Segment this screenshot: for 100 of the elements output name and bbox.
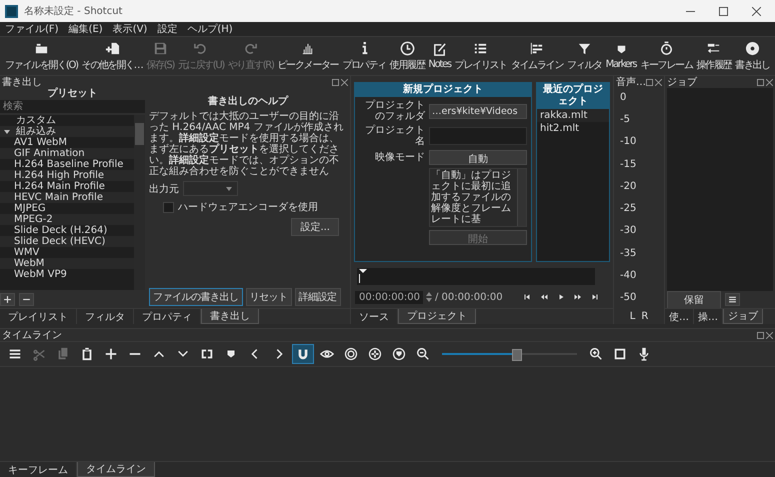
toolbar-button[interactable]: フィルタ (566, 40, 603, 72)
timecode-field[interactable]: 00:00:00:00 (355, 290, 423, 304)
preset-item[interactable]: WMV (14, 247, 40, 258)
clock-icon (400, 40, 415, 56)
meter-scale-label: -15 (620, 158, 638, 170)
preset-group[interactable]: カスタム (16, 115, 56, 126)
menu-icon (8, 347, 22, 361)
caret-icon[interactable] (4, 128, 10, 134)
checkbox[interactable] (163, 202, 174, 212)
meter-scale-label: -20 (620, 180, 638, 192)
menu-item[interactable]: 表示(V) (108, 22, 152, 36)
toolbar-button[interactable]: キーフレーム (639, 40, 694, 72)
float-icon[interactable] (332, 78, 339, 86)
toolbar-button[interactable]: その他を開く… (80, 40, 144, 72)
search-field[interactable]: 検索 (0, 100, 145, 113)
meter-scale-label: 0 (620, 92, 628, 103)
timeline-tool-button[interactable] (292, 344, 314, 364)
copy-icon (56, 347, 70, 361)
microphone-icon (637, 347, 651, 361)
clipboard-icon (80, 347, 94, 361)
fast-forward-icon[interactable] (574, 293, 582, 302)
player-tab[interactable]: プロジェクト (398, 309, 476, 324)
help-title: 書き出しのヘルプ (207, 94, 290, 108)
add-button[interactable] (0, 292, 15, 306)
menu-item[interactable]: 設定 (152, 22, 182, 36)
rewind-icon[interactable] (540, 293, 548, 302)
float-icon[interactable] (646, 78, 653, 86)
panel-tab[interactable]: 操… (694, 309, 723, 324)
preset-item[interactable]: H.264 Baseline Profile (14, 159, 124, 170)
panel-tab[interactable]: 使… (665, 309, 694, 324)
close-icon[interactable] (766, 332, 773, 338)
timeline-icon (529, 40, 544, 56)
export-action-button[interactable]: 詳細設定 (294, 288, 340, 306)
toolbar-button[interactable]: Markers (604, 42, 638, 70)
menu-item[interactable]: ファイル(F) (0, 22, 64, 36)
checkbox-label: ハードウェアエンコーダを使用 (178, 201, 318, 214)
recent-project-item[interactable]: rakka.mlt (537, 109, 609, 122)
panel-tab[interactable]: タイムライン (77, 462, 155, 477)
jobs-menu-button[interactable] (725, 293, 740, 306)
close-icon[interactable] (341, 78, 348, 86)
maximize-icon[interactable] (719, 6, 728, 16)
scrollbar[interactable] (517, 169, 526, 226)
panel-tab[interactable]: フィルタ (77, 309, 134, 324)
panel-tab[interactable]: プロパティ (134, 309, 201, 324)
toolbar-button[interactable]: プロパティ (341, 40, 387, 72)
menu-item[interactable]: 編集(E) (64, 22, 108, 36)
panel-tab[interactable]: ジョブ (723, 309, 763, 324)
preset-item[interactable]: Slide Deck (H.264) (14, 225, 108, 236)
toolbar-button[interactable]: プレイリスト (454, 40, 508, 72)
close-icon[interactable] (655, 78, 662, 86)
panel-tab[interactable]: プレイリスト (0, 309, 77, 324)
panel-title: ジョブ (667, 76, 697, 89)
export-action-button[interactable]: ファイルの書き出し (149, 288, 242, 306)
preset-item[interactable]: MJPEG (14, 203, 46, 214)
player-tab[interactable]: ソース (351, 309, 398, 324)
meter-scale-label: -30 (620, 225, 638, 236)
skip-start-icon[interactable] (523, 293, 531, 302)
float-icon[interactable] (757, 78, 764, 86)
zoom-slider[interactable] (442, 348, 577, 360)
preset-item[interactable]: WebM VP9 (14, 269, 67, 280)
preset-item[interactable]: AV1 WebM (14, 137, 68, 148)
app-logo-icon (5, 4, 18, 18)
close-icon[interactable] (752, 6, 761, 16)
playhead-icon[interactable] (359, 268, 367, 283)
float-icon[interactable] (757, 332, 764, 338)
menu-icon (728, 295, 737, 304)
toolbar-button[interactable]: ファイルを開く(O) (4, 40, 79, 72)
scrollbar[interactable] (134, 115, 145, 290)
play-icon[interactable] (557, 293, 565, 302)
toolbar-button[interactable]: 使用履歴 (388, 40, 426, 72)
zoom-out-icon (416, 347, 430, 361)
folder-button[interactable]: …ers¥kite¥Videos (429, 104, 527, 118)
target-icon (344, 347, 358, 361)
export-action-button[interactable]: リセット (246, 288, 292, 306)
panel-tab[interactable]: 書き出し (201, 309, 259, 324)
toolbar-button[interactable]: 書き出し (734, 40, 771, 72)
presets-title: プリセット (46, 88, 98, 100)
spinner-icon[interactable] (426, 291, 432, 304)
slider-thumb[interactable] (512, 349, 522, 361)
pause-button[interactable]: 保留 (667, 290, 721, 308)
toolbar-button[interactable]: タイムライン (510, 40, 564, 72)
name-label: プロジェクト名 (364, 125, 425, 147)
toolbar-button[interactable]: 操作履歴 (695, 40, 732, 72)
meter-scale-label: -50 (620, 292, 638, 303)
source-label: 出力元 (149, 182, 179, 196)
channel-label: R (641, 311, 648, 322)
remove-button[interactable] (19, 292, 34, 306)
new-project-title: 新規プロジェクト (355, 83, 531, 97)
toolbar-button[interactable]: Notes (427, 42, 452, 70)
meter-scale-label: -10 (620, 136, 638, 148)
magnet-icon (296, 347, 310, 361)
preset-item[interactable]: H.264 Main Profile (14, 181, 105, 192)
toolbar-button[interactable]: ピークメーター (276, 40, 340, 72)
settings-button[interactable]: 設定... (291, 218, 339, 236)
video-mode-button[interactable]: 自動 (429, 150, 527, 165)
fit-icon (613, 347, 627, 361)
skip-end-icon[interactable] (591, 293, 599, 302)
close-icon[interactable] (766, 78, 773, 86)
description-text: 「自動」はプロジェクトに最初に追加するファイルの解像度とフレームレートに基 (430, 169, 512, 226)
menu-item[interactable]: ヘルプ(H) (182, 22, 238, 36)
